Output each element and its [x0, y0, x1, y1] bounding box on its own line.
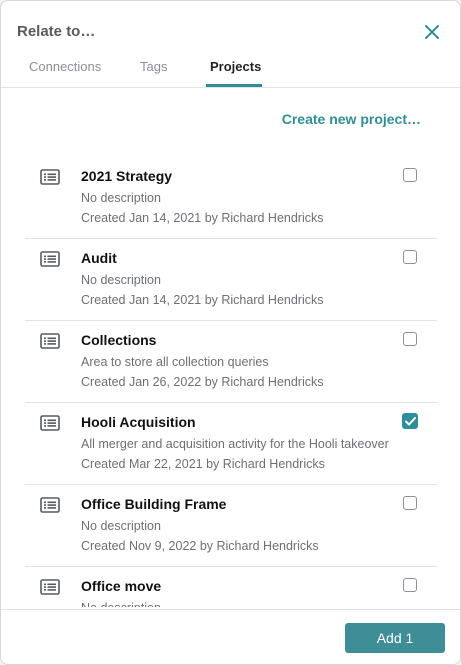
- dialog-header: Relate to… Connections Tags Projects: [1, 1, 460, 88]
- project-checkbox[interactable]: [403, 168, 417, 182]
- project-description: No description: [81, 598, 397, 607]
- tab-bar: Connections Tags Projects: [1, 59, 460, 87]
- project-item-body: Office move No description: [25, 567, 437, 607]
- relate-dialog: Relate to… Connections Tags Projects Cre…: [0, 0, 461, 665]
- project-description: No description: [81, 273, 161, 287]
- project-checkbox[interactable]: [403, 496, 417, 510]
- list-icon: [40, 169, 60, 185]
- project-item[interactable]: Office Building Frame No description Cre…: [25, 485, 437, 567]
- dialog-title: Relate to…: [17, 23, 96, 40]
- project-name: 2021 Strategy: [81, 168, 173, 184]
- project-meta: Created Jan 14, 2021 by Richard Hendrick…: [81, 293, 324, 307]
- project-item[interactable]: Hooli Acquisition All merger and acquisi…: [25, 403, 437, 485]
- project-name: Office move: [81, 578, 162, 594]
- project-checkbox[interactable]: [403, 250, 417, 264]
- project-description: No description: [81, 191, 161, 205]
- tab-connections[interactable]: Connections: [29, 59, 101, 85]
- project-item[interactable]: 2021 Strategy No description Created Jan…: [25, 157, 437, 239]
- project-description: Area to store all collection queries: [81, 355, 269, 369]
- add-button[interactable]: Add 1: [345, 623, 445, 653]
- project-item-body: 2021 Strategy No description Created Jan…: [25, 157, 437, 238]
- project-list[interactable]: 2021 Strategy No description Created Jan…: [25, 157, 437, 607]
- list-icon: [40, 497, 60, 513]
- project-checkbox[interactable]: [402, 413, 418, 429]
- check-icon: [404, 416, 416, 425]
- tab-projects[interactable]: Projects: [210, 59, 261, 85]
- close-button[interactable]: [422, 22, 442, 42]
- project-item-body: Hooli Acquisition All merger and acquisi…: [25, 403, 437, 484]
- project-meta: Created Jan 26, 2022 by Richard Hendrick…: [81, 375, 324, 389]
- project-checkbox[interactable]: [403, 332, 417, 346]
- project-name: Audit: [81, 250, 117, 266]
- project-name: Collections: [81, 332, 157, 348]
- project-meta: Created Nov 9, 2022 by Richard Hendricks: [81, 539, 319, 553]
- close-icon: [425, 25, 439, 39]
- list-icon: [40, 333, 60, 349]
- dialog-footer: Add 1: [1, 609, 460, 664]
- project-item-body: Collections Area to store all collection…: [25, 321, 437, 402]
- project-description: All merger and acquisition activity for …: [81, 437, 389, 451]
- project-item[interactable]: Collections Area to store all collection…: [25, 321, 437, 403]
- project-description: No description: [81, 519, 161, 533]
- project-checkbox[interactable]: [403, 578, 417, 592]
- list-icon: [40, 415, 60, 431]
- project-name: Office Building Frame: [81, 496, 227, 512]
- project-meta: Created Mar 22, 2021 by Richard Hendrick…: [81, 457, 325, 471]
- list-icon: [40, 579, 60, 595]
- project-item[interactable]: Audit No description Created Jan 14, 202…: [25, 239, 437, 321]
- project-item[interactable]: Office move No description: [25, 567, 437, 607]
- active-tab-indicator: [206, 84, 262, 87]
- project-name: Hooli Acquisition: [81, 414, 196, 430]
- project-meta: Created Jan 14, 2021 by Richard Hendrick…: [81, 211, 324, 225]
- project-item-body: Audit No description Created Jan 14, 202…: [25, 239, 437, 320]
- create-new-project-link[interactable]: Create new project…: [282, 111, 421, 127]
- tab-tags[interactable]: Tags: [140, 59, 167, 85]
- project-item-body: Office Building Frame No description Cre…: [25, 485, 437, 566]
- list-icon: [40, 251, 60, 267]
